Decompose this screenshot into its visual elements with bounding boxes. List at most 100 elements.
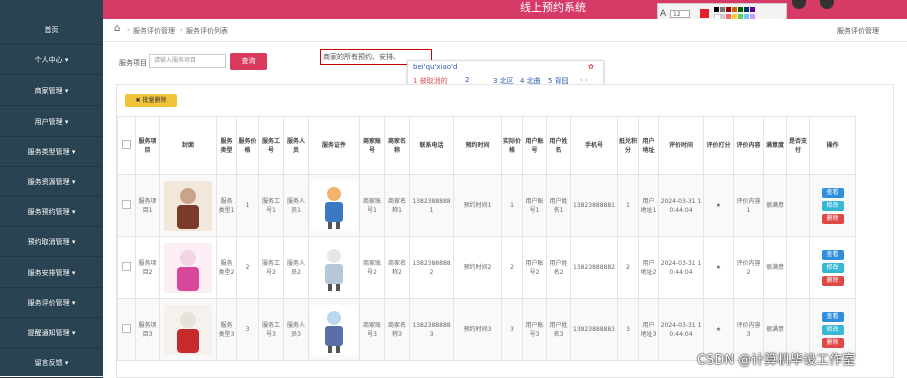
table-cell: 1 xyxy=(501,174,523,237)
table-cell: 用户地址3 xyxy=(638,298,659,361)
sidebar-item-service-resource[interactable]: 服务资源管理 ▾ xyxy=(0,167,103,197)
table-cell: 1 xyxy=(236,174,259,237)
delete-button[interactable]: 删除 xyxy=(821,337,844,348)
row-actions: 查看 修改 删除 xyxy=(809,236,856,299)
delete-button[interactable]: 删除 xyxy=(821,275,844,286)
sidebar: 首页 个人中心 ▾ 商家管理 ▾ 用户管理 ▾ 服务类型管理 ▾ 服务资源管理 … xyxy=(0,0,103,378)
view-button[interactable]: 查看 xyxy=(821,249,844,260)
table-cell: 预约时间1 xyxy=(453,174,502,237)
cover-image xyxy=(164,242,212,293)
page-title: 服务评价管理 xyxy=(837,27,879,35)
cover-image xyxy=(159,298,217,361)
sidebar-item-reminder[interactable]: 提醒通知管理 ▾ xyxy=(0,318,103,348)
table-cell: 很满意 xyxy=(763,174,787,237)
search-input[interactable]: 请输入服务项目 xyxy=(149,54,226,68)
table-cell: 13823888882 xyxy=(570,236,618,299)
table-cell: 服务类型2 xyxy=(216,236,237,299)
table-cell: 13823888883 xyxy=(570,298,618,361)
table-cell: 预约时间3 xyxy=(453,298,502,361)
table-cell: 商家名称1 xyxy=(384,174,410,237)
sidebar-item-booking-cancel[interactable]: 预约取消管理 ▾ xyxy=(0,227,103,257)
table-cell: 商家账号1 xyxy=(359,174,385,237)
table-row: 服务项目1 服务类型1 1 服务工号1 服务人员1 商家账号1 商家名称1 138238888… xyxy=(117,174,856,237)
column-header: 商家账号 xyxy=(359,116,385,175)
review-table: 服务项目 封面 服务类型 服务价格 服务工号 服务人员 服务证件 商家账号 商家… xyxy=(117,116,856,361)
column-header: 服务工号 xyxy=(258,116,284,175)
sidebar-item-service-schedule[interactable]: 服务安排管理 ▾ xyxy=(0,258,103,288)
breadcrumb-item[interactable]: 服务评价管理 xyxy=(133,26,175,36)
table-cell: 服务工号2 xyxy=(258,236,284,299)
column-header: 评价内容 xyxy=(733,116,764,175)
column-header: 用户地址 xyxy=(638,116,659,175)
sidebar-item-merchant[interactable]: 商家管理 ▾ xyxy=(0,76,103,106)
row-checkbox[interactable] xyxy=(117,174,136,237)
table-cell: 服务人员3 xyxy=(283,298,309,361)
delete-button[interactable]: 删除 xyxy=(821,213,844,224)
table-cell: 服务类型1 xyxy=(216,174,237,237)
table-cell: 用户姓名1 xyxy=(546,174,571,237)
table-cell: 13823888882 xyxy=(409,236,454,299)
bulk-delete-button[interactable]: ✖ 批量删除 xyxy=(125,94,177,107)
table-cell: 服务项目1 xyxy=(135,174,160,237)
column-header: 满意度 xyxy=(763,116,787,175)
column-header: 服务证件 xyxy=(308,116,360,175)
table-cell: 很满意 xyxy=(763,236,787,299)
font-letter-icon[interactable]: A xyxy=(660,9,666,19)
column-header: 服务项目 xyxy=(135,116,160,175)
sidebar-item-user[interactable]: 用户管理 ▾ xyxy=(0,107,103,137)
column-header: 抵兑积分 xyxy=(617,116,639,175)
column-header: 手机号 xyxy=(570,116,618,175)
select-all-checkbox[interactable] xyxy=(117,116,136,175)
column-header: 用户账号 xyxy=(522,116,547,175)
table-cell: 用户账号1 xyxy=(522,174,547,237)
breadcrumb-item: 服务评价列表 xyxy=(186,27,228,35)
column-header: 用户姓名 xyxy=(546,116,571,175)
row-actions: 查看 修改 删除 xyxy=(809,174,856,237)
edit-button[interactable]: 修改 xyxy=(821,262,844,273)
cover-image xyxy=(159,174,217,237)
table-cell: 2 xyxy=(501,236,523,299)
breadcrumb: ⌂ › 服务评价管理 › 服务评价列表 服务评价管理 xyxy=(103,19,907,42)
table-cell: 服务类型3 xyxy=(216,298,237,361)
font-size-select[interactable]: 12 xyxy=(670,10,690,18)
table-cell: 1 xyxy=(617,174,639,237)
certificate-image xyxy=(310,242,358,293)
sidebar-item-service-booking[interactable]: 服务预约管理 ▾ xyxy=(0,197,103,227)
table-cell xyxy=(786,236,810,299)
home-icon[interactable]: ⌂ xyxy=(114,23,120,34)
row-checkbox[interactable] xyxy=(117,298,136,361)
table-cell: 用户姓名2 xyxy=(546,236,571,299)
table-cell: 评价内容1 xyxy=(733,174,764,237)
sidebar-item-service-review[interactable]: 服务评价管理 ▾ xyxy=(0,288,103,318)
column-header: 预约时间 xyxy=(453,116,502,175)
cover-image xyxy=(164,180,212,231)
color-red-icon[interactable] xyxy=(700,9,709,18)
sidebar-item-personal-center[interactable]: 个人中心 ▾ xyxy=(0,45,103,75)
sidebar-item-feedback[interactable]: 留言反馈 ▾ xyxy=(0,348,103,378)
view-button[interactable]: 查看 xyxy=(821,311,844,322)
sidebar-item-service-type[interactable]: 服务类型管理 ▾ xyxy=(0,137,103,167)
ime-page-arrows-icon[interactable]: ‹ › xyxy=(580,76,588,84)
table-cell: 用户地址1 xyxy=(638,174,659,237)
table-cell: 3 xyxy=(501,298,523,361)
column-header: 服务价格 xyxy=(236,116,259,175)
table-cell: 服务项目2 xyxy=(135,236,160,299)
table-cell: 用户姓名3 xyxy=(546,298,571,361)
edit-button[interactable]: 修改 xyxy=(821,200,844,211)
table-cell: 3 xyxy=(236,298,259,361)
column-header: 封面 xyxy=(159,116,217,175)
certificate-image xyxy=(308,174,360,237)
table-cell: 2024-03-31 10:44:04 xyxy=(658,174,704,237)
table-cell: 2 xyxy=(236,236,259,299)
edit-button[interactable]: 修改 xyxy=(821,324,844,335)
view-button[interactable]: 查看 xyxy=(821,187,844,198)
table-cell: 商家账号3 xyxy=(359,298,385,361)
row-checkbox[interactable] xyxy=(117,236,136,299)
certificate-image xyxy=(310,180,358,231)
search-button[interactable]: 查询 xyxy=(230,53,267,70)
column-header: 商家名称 xyxy=(384,116,410,175)
sidebar-item-home[interactable]: 首页 xyxy=(0,15,103,45)
ime-candidate[interactable]: 2 xyxy=(465,76,469,84)
cover-image xyxy=(164,304,212,355)
column-header: 联系电话 xyxy=(409,116,454,175)
